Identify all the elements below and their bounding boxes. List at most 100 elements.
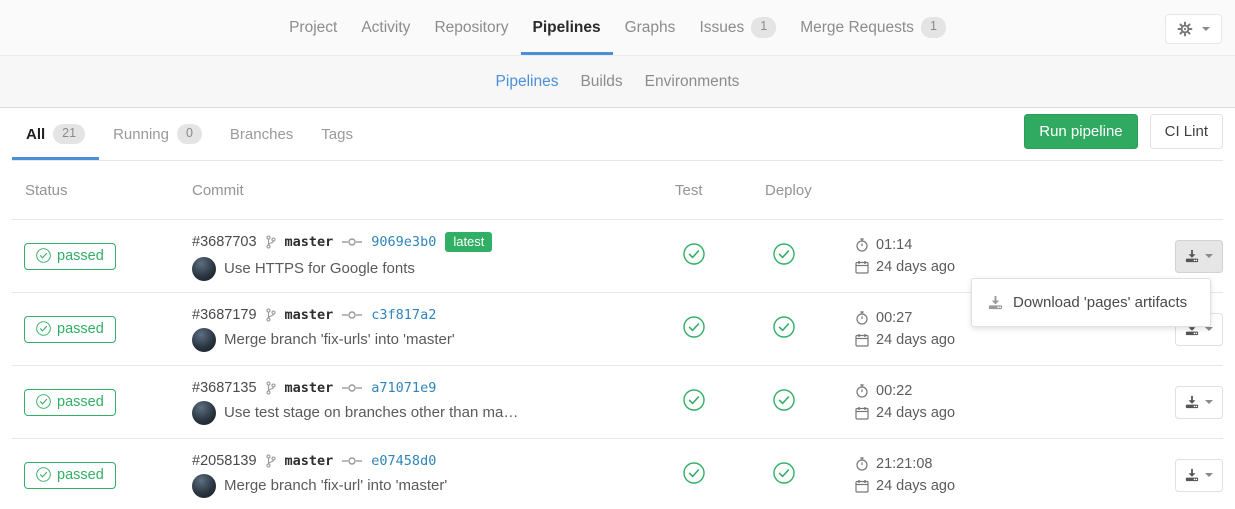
tab-label: Branches [230,126,293,143]
pipelines-toolbar: All21 Running0 Branches Tags Run pipelin… [12,108,1223,161]
git-commit-icon [342,237,362,247]
check-circle-icon [36,321,51,336]
test-stage-status-icon[interactable] [683,389,705,411]
commit-sha-link[interactable]: 9069e3b0 [371,234,436,250]
chevron-down-icon [1205,254,1213,258]
tab-all-count-badge: 21 [53,124,85,145]
ci-lint-button[interactable]: CI Lint [1150,114,1223,149]
status-label: passed [57,321,104,337]
pipeline-duration: 00:22 [876,383,912,399]
settings-button[interactable] [1165,14,1222,44]
commit-message-link[interactable]: Merge branch 'fix-url' into 'master' [224,477,447,494]
nav-label: Graphs [625,19,676,37]
tab-branches[interactable]: Branches [216,108,307,160]
test-stage-status-icon[interactable] [683,462,705,484]
pipeline-id-link[interactable]: #3687703 [192,234,257,250]
header-deploy: Deploy [765,182,855,199]
pipeline-id-link[interactable]: #3687135 [192,380,257,396]
check-circle-icon [36,394,51,409]
status-label: passed [57,394,104,410]
nav-label: Repository [434,19,508,37]
nav-item-pipelines[interactable]: Pipelines [521,0,613,55]
git-branch-icon [266,381,276,395]
project-nav: Project Activity Repository Pipelines Gr… [277,0,958,55]
nav-label: Merge Requests [800,19,914,37]
download-icon [988,295,1003,310]
status-label: passed [57,467,104,483]
tab-label: Tags [321,126,353,143]
test-stage-status-icon[interactable] [683,316,705,338]
deploy-stage-status-icon[interactable] [773,316,795,338]
pipeline-finished-ago: 24 days ago [876,405,955,421]
test-stage-status-icon[interactable] [683,243,705,265]
artifacts-dropdown-button[interactable] [1175,240,1223,273]
branch-link[interactable]: master [285,234,334,250]
branch-link[interactable]: master [285,307,334,323]
chevron-down-icon [1205,473,1213,477]
subnav-item-builds[interactable]: Builds [569,73,633,91]
table-row: passed #3687135 master a71071e9 Use test… [12,366,1223,439]
pipeline-finished-ago: 24 days ago [876,259,955,275]
commit-message-link[interactable]: Merge branch 'fix-urls' into 'master' [224,331,455,348]
nav-item-repository[interactable]: Repository [422,0,520,55]
avatar[interactable] [192,257,216,281]
chevron-down-icon [1202,27,1210,31]
git-branch-icon [266,308,276,322]
pipeline-duration: 01:14 [876,237,912,253]
download-icon [1185,395,1199,409]
latest-badge: latest [445,232,492,252]
nav-item-issues[interactable]: Issues1 [687,0,788,55]
branch-link[interactable]: master [285,380,334,396]
artifacts-dropdown-menu: Download 'pages' artifacts [971,278,1211,327]
commit-message-link[interactable]: Use test stage on branches other than ma… [224,404,518,421]
status-badge[interactable]: passed [24,316,116,343]
menu-item-label: Download 'pages' artifacts [1013,294,1187,311]
deploy-stage-status-icon[interactable] [773,389,795,411]
download-artifacts-menu-item[interactable]: Download 'pages' artifacts [972,287,1210,318]
nav-item-merge-requests[interactable]: Merge Requests 1 [788,0,958,55]
subnav-item-pipelines[interactable]: Pipelines [485,73,570,91]
avatar[interactable] [192,328,216,352]
deploy-stage-status-icon[interactable] [773,462,795,484]
status-badge[interactable]: passed [24,243,116,270]
tab-all[interactable]: All21 [12,108,99,160]
status-badge[interactable]: passed [24,462,116,489]
nav-item-graphs[interactable]: Graphs [613,0,688,55]
nav-item-activity[interactable]: Activity [349,0,422,55]
commit-sha-link[interactable]: e07458d0 [371,453,436,469]
pipeline-id-link[interactable]: #2058139 [192,453,257,469]
pipeline-finished-ago: 24 days ago [876,332,955,348]
merge-requests-count-badge: 1 [921,17,946,38]
gear-icon [1177,21,1193,37]
tab-running[interactable]: Running0 [99,108,216,160]
stopwatch-icon [855,457,869,471]
nav-item-project[interactable]: Project [277,0,349,55]
check-circle-icon [36,248,51,263]
artifacts-dropdown-button[interactable] [1175,386,1223,419]
calendar-icon [855,333,869,347]
status-badge[interactable]: passed [24,389,116,416]
run-pipeline-button[interactable]: Run pipeline [1024,114,1137,149]
scope-tabs: All21 Running0 Branches Tags [12,108,367,160]
table-row: passed #3687703 master 9069e3b0 latest U… [12,220,1223,293]
commit-sha-link[interactable]: a71071e9 [371,380,436,396]
stopwatch-icon [855,311,869,325]
branch-link[interactable]: master [285,453,334,469]
deploy-stage-status-icon[interactable] [773,243,795,265]
commit-message-link[interactable]: Use HTTPS for Google fonts [224,260,415,277]
commit-sha-link[interactable]: c3f817a2 [371,307,436,323]
git-commit-icon [342,383,362,393]
avatar[interactable] [192,401,216,425]
header-status: Status [12,182,192,199]
header-test: Test [675,182,765,199]
stopwatch-icon [855,384,869,398]
subnav-item-environments[interactable]: Environments [634,73,751,91]
tab-tags[interactable]: Tags [307,108,367,160]
calendar-icon [855,260,869,274]
pipeline-id-link[interactable]: #3687179 [192,307,257,323]
artifacts-dropdown-button[interactable] [1175,459,1223,492]
avatar[interactable] [192,474,216,498]
table-header-row: Status Commit Test Deploy [12,161,1223,220]
nav-label: Issues [699,19,744,37]
download-icon [1185,468,1199,482]
